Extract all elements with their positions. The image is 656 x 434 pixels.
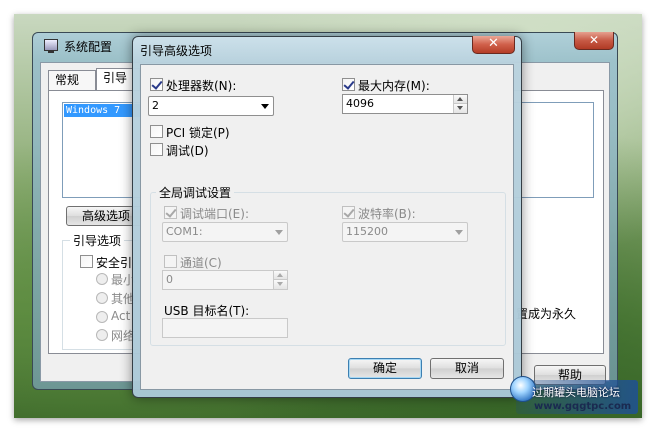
debug-port-value: COM1: [166,225,203,238]
boot-options-label: 引导选项 [70,232,125,249]
max-memory-value: 4096 [346,97,374,110]
channel-checkbox[interactable] [164,255,177,268]
debug-checkbox[interactable] [150,143,163,156]
dialog-close-button[interactable]: ✕ [472,36,515,54]
spin-down-icon[interactable] [454,104,467,113]
usb-target-input[interactable] [162,318,288,338]
radio-alternate-shell[interactable] [96,292,108,304]
spin-down-icon[interactable] [274,280,287,289]
channel-value: 0 [166,273,173,286]
radio-network[interactable] [96,329,108,341]
channel-spinner[interactable]: 0 [162,270,288,290]
max-memory-spinner[interactable]: 4096 [342,94,468,114]
num-processors-checkbox[interactable] [150,78,163,91]
spin-up-icon[interactable] [274,271,287,280]
debug-port-dropdown[interactable]: COM1: [162,222,288,242]
watermark-title: 过期罐头电脑论坛 [532,386,620,399]
dialog-title: 引导高级选项 [140,44,213,58]
safe-boot-label: 安全引 [96,256,133,270]
make-permanent-text: 置成为永久 [516,307,577,321]
debug-port-checkbox[interactable] [164,206,177,219]
num-processors-dropdown[interactable]: 2 [148,96,274,116]
baud-rate-label: 波特率(B): [358,207,416,221]
baud-rate-dropdown[interactable]: 115200 [342,222,468,242]
chevron-down-icon [275,230,283,235]
monitor-icon [44,39,58,53]
spin-up-icon[interactable] [454,95,467,104]
max-memory-checkbox[interactable] [342,78,355,91]
system-config-close-button[interactable]: ✕ [574,32,614,50]
global-debug-group-label: 全局调试设置 [156,184,235,201]
watermark-url: www.gqgtpc.com [534,401,632,412]
baud-rate-checkbox[interactable] [342,206,355,219]
cancel-button[interactable]: 取消 [430,358,504,379]
radio-active-directory-label: Act [111,309,131,323]
safe-boot-checkbox[interactable] [80,255,93,268]
max-memory-label: 最大内存(M): [358,79,430,93]
debug-label: 调试(D) [166,144,209,158]
system-config-title: 系统配置 [64,40,113,54]
num-processors-value: 2 [152,99,159,112]
pci-lock-checkbox[interactable] [150,125,163,138]
channel-label: 通道(C) [180,256,222,270]
max-memory-spin-buttons [453,95,467,113]
usb-target-label: USB 目标名(T): [164,304,250,318]
ok-button[interactable]: 确定 [348,358,422,379]
chevron-down-icon [455,230,463,235]
channel-spin-buttons [273,271,287,289]
radio-minimal[interactable] [96,273,108,285]
baud-rate-value: 115200 [346,225,388,238]
tab-general[interactable]: 常规 [48,70,96,90]
chevron-down-icon [261,104,269,109]
radio-active-directory[interactable] [96,311,108,323]
debug-port-label: 调试端口(E): [180,207,249,221]
pci-lock-label: PCI 锁定(P) [166,126,230,140]
num-processors-label: 处理器数(N): [166,79,237,93]
